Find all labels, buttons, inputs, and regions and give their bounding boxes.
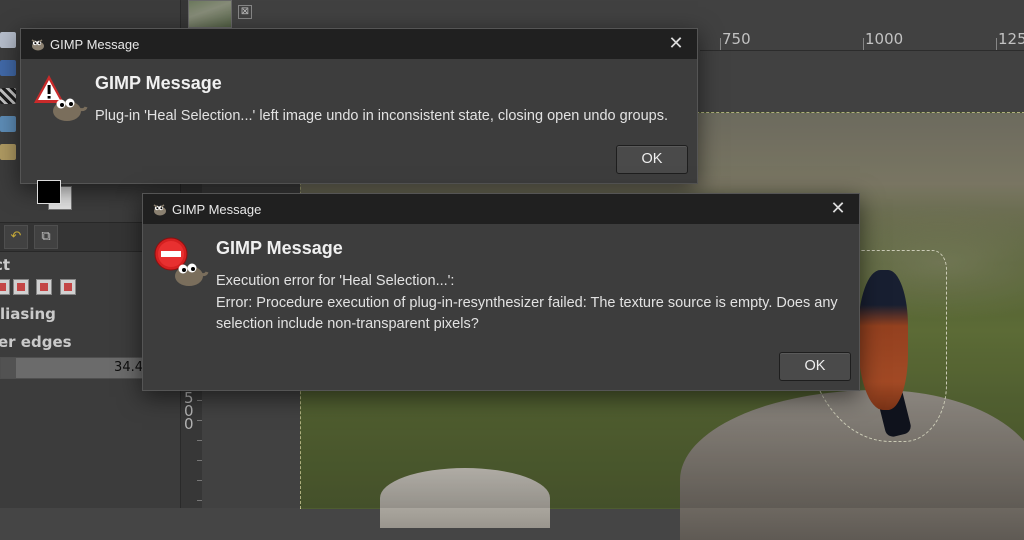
- gimp-message-warning-dialog: GIMP Message ✕ GIMP Message Plug-in 'Hea…: [20, 28, 698, 184]
- ok-button[interactable]: OK: [616, 145, 688, 174]
- dialog-heading: GIMP Message: [95, 73, 222, 93]
- dialog-message: Plug-in 'Heal Selection...' left image u…: [95, 108, 668, 124]
- dialog-titlebar[interactable]: GIMP Message ✕: [21, 29, 697, 59]
- dialog-window-title: GIMP Message: [172, 202, 262, 217]
- warning-icon: [34, 75, 88, 121]
- error-icon: [154, 237, 209, 286]
- dialog-window-title: GIMP Message: [50, 37, 140, 52]
- gimp-message-error-dialog: GIMP Message ✕ GIMP Message Execution er…: [142, 193, 860, 391]
- dialog-heading: GIMP Message: [216, 238, 343, 258]
- dialog-message-line-2: Error: Procedure execution of plug-in-re…: [216, 295, 838, 311]
- dialog-titlebar[interactable]: GIMP Message ✕: [143, 194, 859, 224]
- close-icon[interactable]: ✕: [829, 199, 847, 217]
- dialog-message-line-3: selection include non-transparent pixels…: [216, 316, 479, 332]
- foreground-color-swatch[interactable]: [37, 180, 61, 204]
- gimp-wilber-icon: [153, 204, 166, 216]
- close-icon[interactable]: ✕: [667, 34, 685, 52]
- dialog-message-line-1: Execution error for 'Heal Selection...':: [216, 273, 455, 289]
- gimp-wilber-icon: [31, 39, 44, 51]
- ok-button[interactable]: OK: [779, 352, 851, 381]
